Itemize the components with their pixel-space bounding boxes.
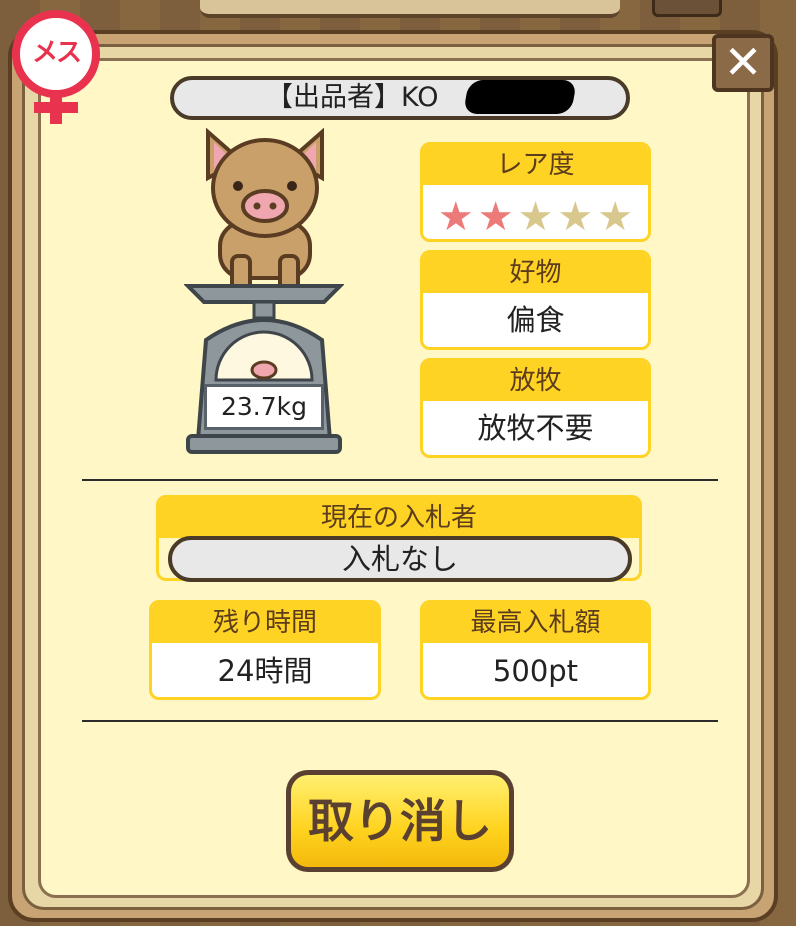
female-badge: メス	[6, 4, 106, 128]
divider-bottom	[82, 720, 718, 722]
star-filled-icon: ★	[477, 194, 514, 240]
star-empty-icon: ★	[557, 194, 594, 240]
favorite-food-label: 好物	[423, 253, 648, 293]
time-left-value: 24時間	[217, 654, 313, 688]
cancel-button-label: 取り消し	[291, 775, 509, 867]
pig-icon	[206, 127, 324, 296]
cancel-button[interactable]: 取り消し	[286, 770, 514, 872]
rarity-label: レア度	[423, 145, 648, 185]
highest-bid-label: 最高入札額	[423, 603, 648, 643]
close-button[interactable]: ✕	[712, 34, 774, 92]
badge-label: メス	[31, 38, 82, 68]
highest-bid-value: 500pt	[492, 654, 579, 688]
rarity-stars: ★ ★ ★ ★ ★	[423, 185, 648, 237]
grazing-value: 放牧不要	[477, 411, 594, 445]
favorite-food-value: 偏食	[506, 303, 565, 337]
current-bidder-label: 現在の入札者	[159, 498, 639, 538]
background-button	[652, 0, 722, 17]
background-title-strip	[200, 0, 620, 18]
favorite-food-card: 好物 偏食	[420, 250, 651, 350]
time-left-card: 残り時間 24時間	[149, 600, 381, 700]
highest-bid-card: 最高入札額 500pt	[420, 600, 651, 700]
star-empty-icon: ★	[517, 194, 554, 240]
grazing-card: 放牧 放牧不要	[420, 358, 651, 458]
grazing-label: 放牧	[423, 361, 648, 401]
rarity-card: レア度 ★ ★ ★ ★ ★	[420, 142, 651, 242]
divider-top	[82, 479, 718, 481]
time-left-label: 残り時間	[152, 603, 378, 643]
close-icon: ✕	[723, 35, 763, 89]
weight-display: 23.7kg	[204, 384, 324, 430]
star-empty-icon: ★	[597, 194, 634, 240]
redaction-mark	[463, 80, 577, 114]
current-bidder-value: 入札なし	[168, 536, 632, 582]
star-filled-icon: ★	[437, 194, 474, 240]
